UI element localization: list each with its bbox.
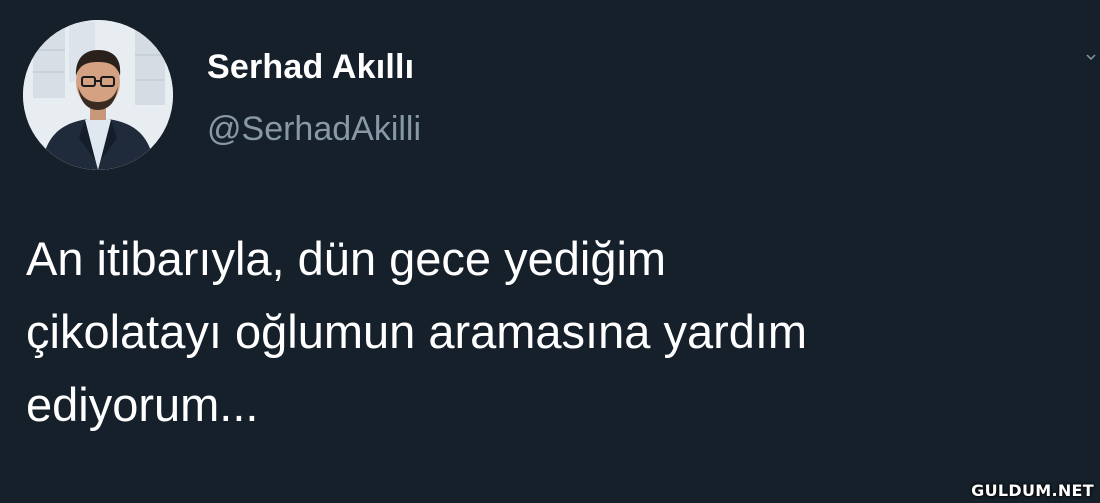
tweet-card: Serhad Akıllı @SerhadAkilli An itibarıyl… [0,0,1100,503]
author-name[interactable]: Serhad Akıllı [207,48,414,87]
watermark: GULDUM.NET [971,481,1094,500]
author-handle[interactable]: @SerhadAkilli [207,110,421,149]
avatar[interactable] [23,20,173,170]
tweet-text: An itibarıyla, dün gece yediğim çikolata… [26,232,808,431]
avatar-image [23,20,173,170]
chevron-down-icon[interactable] [1086,52,1096,62]
